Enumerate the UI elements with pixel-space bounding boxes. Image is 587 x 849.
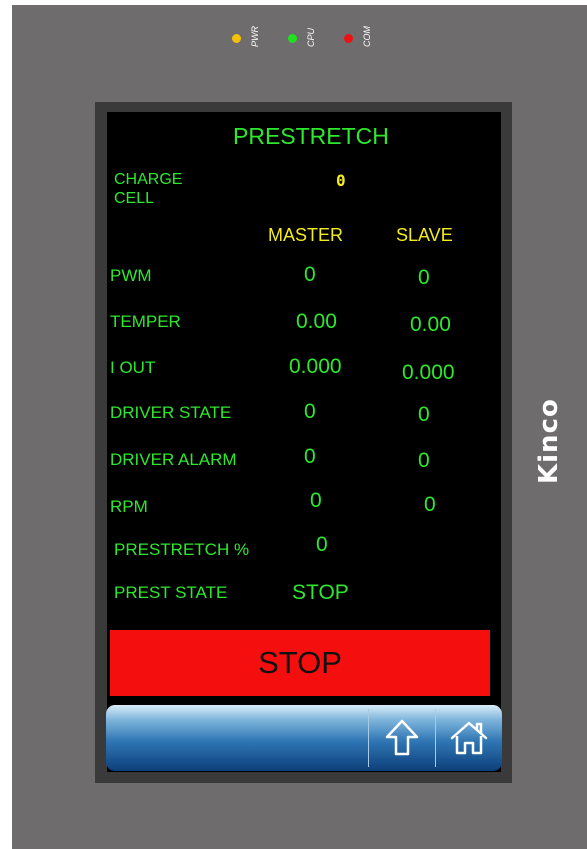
brand-logo: Kinco	[534, 398, 564, 484]
cpu-led-label: CPU	[306, 27, 316, 47]
pwm-label: PWM	[110, 266, 152, 285]
temper-slave-value: 0.00	[410, 313, 451, 336]
charge-cell-value: 0	[336, 171, 346, 190]
slave-column-header: SLAVE	[396, 225, 453, 245]
rpm-slave-value: 0	[424, 493, 436, 516]
com-led-label: COM	[362, 26, 372, 47]
home-button[interactable]	[437, 705, 501, 771]
driver-alarm-label: DRIVER ALARM	[110, 450, 237, 469]
prest-state-label: PREST STATE	[114, 583, 228, 602]
pwr-led-icon	[232, 34, 241, 43]
i-out-slave-value: 0.000	[402, 361, 455, 384]
driver-alarm-slave-value: 0	[418, 449, 430, 472]
nav-separator	[435, 709, 436, 767]
i-out-label: I OUT	[110, 358, 156, 377]
page-title: PRESTRETCH	[233, 123, 389, 149]
com-led-icon	[344, 34, 353, 43]
up-arrow-icon	[385, 719, 419, 756]
driver-state-label: DRIVER STATE	[110, 403, 232, 422]
rpm-master-value: 0	[310, 489, 322, 512]
master-column-header: MASTER	[268, 225, 344, 245]
charge-cell-label-line1: CHARGE	[114, 171, 183, 188]
pwm-master-value: 0	[304, 263, 316, 286]
rpm-label: RPM	[110, 497, 148, 516]
charge-cell-label-line2: CELL	[114, 190, 155, 207]
navigation-bar	[106, 705, 502, 771]
prestretch-percent-label: PRESTRETCH %	[114, 540, 250, 559]
cpu-led-icon	[288, 34, 297, 43]
temper-master-value: 0.00	[296, 310, 337, 333]
driver-alarm-master-value: 0	[304, 445, 316, 468]
prest-state-value: STOP	[292, 581, 349, 604]
stop-button[interactable]: STOP	[110, 630, 490, 696]
nav-separator	[368, 709, 369, 767]
driver-state-master-value: 0	[304, 400, 316, 423]
prestretch-percent-value: 0	[316, 533, 328, 556]
i-out-master-value: 0.000	[289, 355, 342, 378]
home-icon	[450, 721, 488, 755]
driver-state-slave-value: 0	[418, 403, 430, 426]
temper-label: TEMPER	[110, 312, 181, 331]
up-button[interactable]	[370, 705, 434, 771]
pwm-slave-value: 0	[418, 266, 430, 289]
pwr-led-label: PWR	[250, 26, 260, 47]
